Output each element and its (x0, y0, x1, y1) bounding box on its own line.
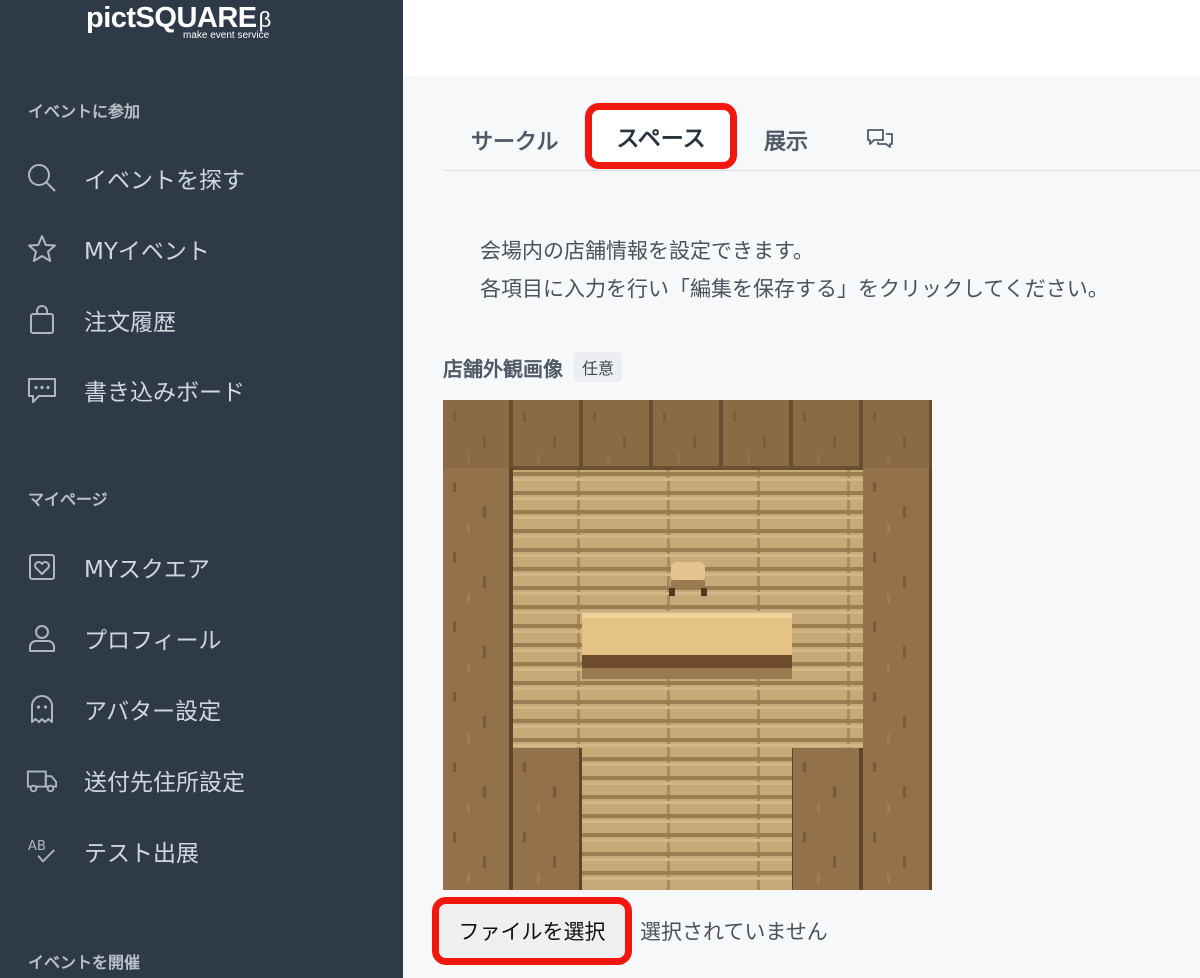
sidebar-item-avatar-settings[interactable]: アバター設定 (0, 681, 403, 737)
field-label-text: 店舗外観画像 (443, 356, 563, 381)
sidebar-item-label: 書き込みボード (84, 380, 245, 406)
sidebar-item-label: MYイベント (84, 239, 210, 265)
choose-file-button[interactable]: ファイルを選択 (432, 897, 632, 965)
file-status-text: 選択されていません (640, 920, 828, 944)
sidebar-item-my-square[interactable]: MYスクエア (0, 539, 403, 595)
tab-comments[interactable] (865, 126, 895, 156)
tab-circle[interactable]: サークル (471, 124, 558, 156)
sidebar-item-profile[interactable]: プロフィール (0, 610, 403, 666)
sidebar-item-label: プロフィール (84, 628, 222, 654)
sidebar-item-search-events[interactable]: イベントを探す (0, 150, 403, 206)
sidebar-item-order-history[interactable]: 注文履歴 (0, 292, 403, 348)
sidebar: pictSQUAREβ make event service イベントに参加 イ… (0, 0, 403, 978)
star-icon (26, 233, 58, 265)
description-text: 会場内の店舗情報を設定できます。 各項目に入力を行い「編集を保存する」をクリック… (480, 232, 1109, 308)
tab-space[interactable]: スペース (585, 103, 737, 169)
sidebar-item-label: 注文履歴 (84, 310, 176, 336)
sidebar-item-label: MYスクエア (84, 557, 210, 583)
file-input-row: ファイルを選択 選択されていません (432, 896, 828, 966)
sidebar-item-shipping-address[interactable]: 送付先住所設定 (0, 752, 403, 808)
section-title-host: イベントを開催 (28, 953, 141, 972)
section-title-join: イベントに参加 (28, 102, 141, 121)
tab-bar: サークル スペース 展示 (443, 100, 1200, 171)
section-title-mypage: マイページ (28, 490, 108, 509)
sidebar-item-label: アバター設定 (84, 699, 222, 725)
sidebar-item-label: 送付先住所設定 (84, 770, 245, 796)
sidebar-item-label: イベントを探す (84, 168, 245, 194)
chat-bubble-icon (26, 374, 58, 406)
svg-text:AB: AB (28, 839, 46, 854)
main-content: サークル スペース 展示 会場内の店舗情報を設定できます。 各項目に入力を行い「… (403, 76, 1200, 978)
truck-icon (26, 764, 58, 796)
sidebar-item-label: テスト出展 (84, 841, 199, 867)
sidebar-item-my-events[interactable]: MYイベント (0, 221, 403, 277)
sidebar-item-test-exhibit[interactable]: AB テスト出展 (0, 823, 403, 879)
search-icon (26, 162, 58, 194)
field-label-exterior-image: 店舗外観画像 任意 (443, 352, 623, 382)
top-bar (403, 0, 1200, 76)
ghost-icon (26, 693, 58, 725)
tab-exhibit[interactable]: 展示 (764, 124, 808, 156)
logo-tagline: make event service (183, 30, 270, 41)
optional-badge: 任意 (574, 352, 623, 382)
shopping-bag-icon (26, 304, 58, 336)
comments-icon (865, 129, 895, 156)
description-line: 会場内の店舗情報を設定できます。 (480, 239, 814, 263)
heart-frame-icon (26, 551, 58, 583)
exterior-image-preview (443, 400, 932, 890)
ab-check-icon: AB (26, 835, 58, 867)
description-line: 各項目に入力を行い「編集を保存する」をクリックしてください。 (480, 277, 1109, 301)
sidebar-item-message-board[interactable]: 書き込みボード (0, 362, 403, 418)
user-icon (26, 622, 58, 654)
